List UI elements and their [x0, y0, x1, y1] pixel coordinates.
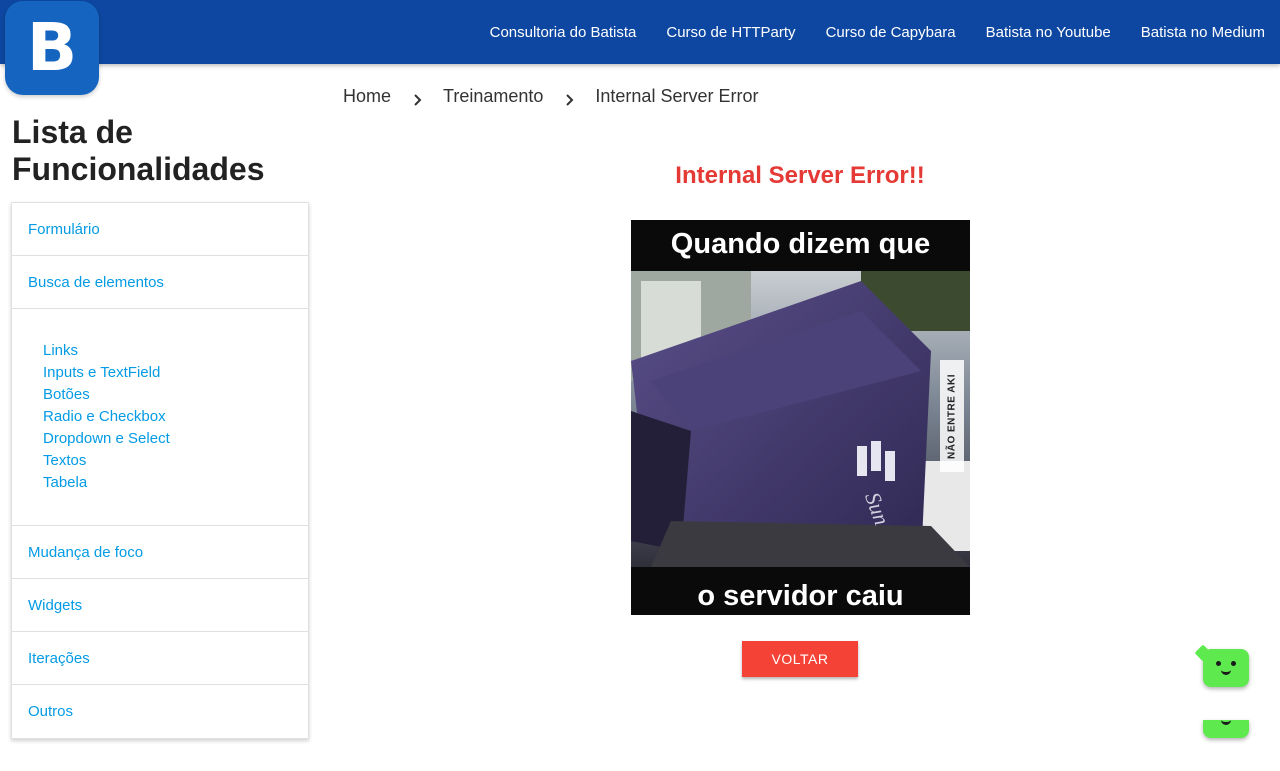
nav-curso-httparty[interactable]: Curso de HTTParty	[666, 24, 795, 41]
breadcrumb-home[interactable]: Home	[343, 86, 391, 107]
chevron-right-icon	[413, 90, 423, 111]
nav-youtube[interactable]: Batista no Youtube	[986, 24, 1111, 41]
breadcrumb: Home Treinamento Internal Server Error	[343, 86, 758, 107]
breadcrumb-treinamento[interactable]: Treinamento	[443, 86, 543, 107]
main-nav: Consultoria do Batista Curso de HTTParty…	[460, 0, 1265, 64]
sidebar-item-mudanca-foco[interactable]: Mudança de foco	[12, 526, 308, 579]
chatbot-face-icon[interactable]	[1203, 649, 1249, 687]
logo-letter: B	[26, 9, 78, 86]
subitem-botoes[interactable]: Botões	[43, 384, 308, 406]
subitem-radio-checkbox[interactable]: Radio e Checkbox	[43, 406, 308, 428]
subitem-links[interactable]: Links	[43, 340, 308, 362]
meme-watermark: NÃO ENTRE AKI	[940, 360, 964, 472]
server-down-meme-image: Quando dizem que Sun NÃO ENTRE AKI o ser…	[631, 220, 970, 615]
sidebar-item-outros[interactable]: Outros	[12, 685, 308, 738]
nav-curso-capybara[interactable]: Curso de Capybara	[826, 24, 956, 41]
sidebar-item-busca-elementos[interactable]: Busca de elementos	[12, 256, 308, 309]
subitem-dropdown-select[interactable]: Dropdown e Select	[43, 428, 308, 450]
sidebar-item-widgets[interactable]: Widgets	[12, 579, 308, 632]
sidebar-item-formulario[interactable]: Formulário	[12, 203, 308, 256]
site-logo[interactable]: B	[5, 1, 99, 95]
chatbot-eye-right	[1231, 661, 1236, 666]
top-navbar: Consultoria do Batista Curso de HTTParty…	[0, 0, 1280, 64]
breadcrumb-current[interactable]: Internal Server Error	[595, 86, 758, 107]
error-heading: Internal Server Error!!	[675, 162, 925, 189]
sidebar-item-iteracoes[interactable]: Iterações	[12, 632, 308, 685]
chatbot-eye-left	[1216, 661, 1221, 666]
subitem-inputs-textfield[interactable]: Inputs e TextField	[43, 362, 308, 384]
fallen-server-photo: Sun	[631, 271, 970, 567]
chatbot-mouth	[1221, 670, 1231, 675]
feature-list: Formulário Busca de elementos Links Inpu…	[11, 202, 309, 739]
nav-medium[interactable]: Batista no Medium	[1141, 24, 1265, 41]
meme-caption-bottom: o servidor caiu	[697, 580, 904, 612]
subitem-textos[interactable]: Textos	[43, 450, 308, 472]
back-button[interactable]: VOLTAR	[742, 641, 858, 677]
chatbot-mouth	[1221, 720, 1231, 725]
sidebar-title: Lista de Funcionalidades	[12, 114, 265, 187]
sidebar-submenu: Links Inputs e TextField Botões Radio e …	[12, 309, 308, 526]
chatbot-secondary-icon[interactable]	[1203, 720, 1249, 738]
chevron-right-icon	[565, 90, 575, 111]
nav-consultoria[interactable]: Consultoria do Batista	[490, 24, 637, 41]
subitem-tabela[interactable]: Tabela	[43, 472, 308, 494]
meme-caption-top: Quando dizem que	[670, 228, 931, 260]
